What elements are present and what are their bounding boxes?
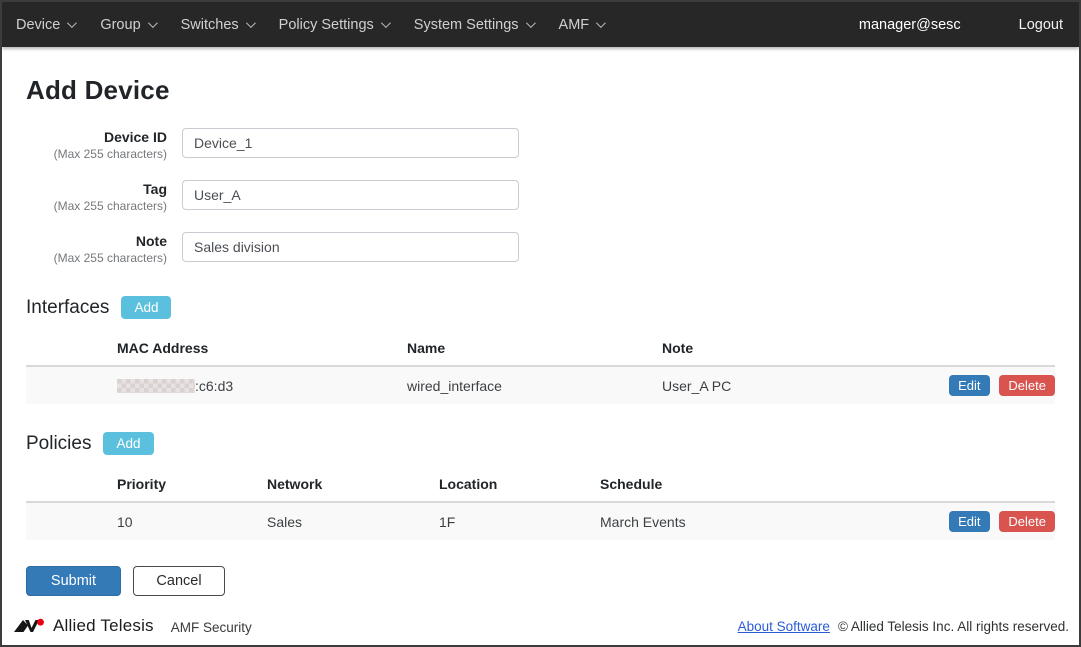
brand-name: Allied Telesis [53,616,154,636]
interfaces-title: Interfaces [26,297,109,319]
spacer-column [26,333,117,366]
device-id-label-group: Device ID (Max 255 characters) [26,128,182,162]
chevron-down-icon [67,18,77,28]
logged-in-user: manager@sesc [859,17,961,33]
interface-actions-cell: Edit Delete [905,366,1055,404]
col-schedule: Schedule [600,469,905,502]
note-label-group: Note (Max 255 characters) [26,232,182,266]
mac-redacted-block [117,379,195,393]
note-label: Note [26,233,167,251]
allied-telesis-logo-icon [14,618,46,635]
policies-table: Priority Network Location Schedule 10 Sa… [26,469,1055,540]
tag-field[interactable] [182,180,519,210]
note-hint: (Max 255 characters) [26,251,167,267]
copyright-text: © Allied Telesis Inc. All rights reserve… [838,619,1069,634]
col-actions [905,333,1055,366]
nav-policy-settings-label: Policy Settings [279,17,374,33]
col-actions [905,469,1055,502]
nav-system-settings-label: System Settings [414,17,519,33]
nav-group[interactable]: Group [87,17,167,33]
nav-switches[interactable]: Switches [168,17,266,33]
interface-row: :c6:d3 wired_interface User_A PC Edit De… [26,366,1055,404]
col-network: Network [267,469,439,502]
col-location: Location [439,469,600,502]
nav-device[interactable]: Device [16,17,87,33]
interface-note-cell: User_A PC [662,366,905,404]
policy-delete-button[interactable]: Delete [999,511,1055,532]
device-id-field[interactable] [182,128,519,158]
spacer-cell [26,502,117,540]
interfaces-header-row: MAC Address Name Note [26,333,1055,366]
chevron-down-icon [596,18,606,28]
tag-hint: (Max 255 characters) [26,199,167,215]
interfaces-section-header: Interfaces Add [26,296,1055,319]
footer: Allied Telesis AMF Security About Softwa… [2,607,1079,645]
policies-title: Policies [26,433,91,455]
col-mac-address: MAC Address [117,333,407,366]
chevron-down-icon [148,18,158,28]
brand: Allied Telesis AMF Security [14,616,252,636]
logout-button[interactable]: Logout [1019,17,1063,33]
form-actions: Submit Cancel [26,566,1055,596]
spacer-column [26,469,117,502]
product-name: AMF Security [171,617,252,635]
interface-name-cell: wired_interface [407,366,662,404]
page-title: Add Device [26,75,1055,106]
top-navbar: Device Group Switches Policy Settings Sy… [2,2,1079,47]
submit-button[interactable]: Submit [26,566,121,596]
nav-policy-settings[interactable]: Policy Settings [266,17,401,33]
policies-header-row: Priority Network Location Schedule [26,469,1055,502]
policies-section-header: Policies Add [26,432,1055,455]
chevron-down-icon [526,18,536,28]
mac-suffix: :c6:d3 [195,378,233,394]
cancel-button[interactable]: Cancel [133,566,225,596]
footer-right: About Software © Allied Telesis Inc. All… [738,619,1069,634]
policy-network-cell: Sales [267,502,439,540]
note-field[interactable] [182,232,519,262]
nav-amf-label: AMF [559,17,590,33]
device-id-label: Device ID [26,129,167,147]
mac-address-cell: :c6:d3 [117,366,407,404]
policies-add-button[interactable]: Add [103,432,153,455]
policy-location-cell: 1F [439,502,600,540]
col-note: Note [662,333,905,366]
chevron-down-icon [381,18,391,28]
main-content: Add Device Device ID (Max 255 characters… [2,47,1079,596]
col-priority: Priority [117,469,267,502]
nav-amf[interactable]: AMF [546,17,617,33]
interface-delete-button[interactable]: Delete [999,375,1055,396]
col-name: Name [407,333,662,366]
nav-device-label: Device [16,17,60,33]
nav-system-settings[interactable]: System Settings [401,17,546,33]
interface-edit-button[interactable]: Edit [949,375,989,396]
form-row-tag: Tag (Max 255 characters) [26,180,1055,214]
policy-priority-cell: 10 [117,502,267,540]
form-row-note: Note (Max 255 characters) [26,232,1055,266]
about-software-link[interactable]: About Software [738,619,830,634]
policy-row: 10 Sales 1F March Events Edit Delete [26,502,1055,540]
nav-switches-label: Switches [181,17,239,33]
tag-label: Tag [26,181,167,199]
policy-schedule-cell: March Events [600,502,905,540]
spacer-cell [26,366,117,404]
form-row-device-id: Device ID (Max 255 characters) [26,128,1055,162]
chevron-down-icon [246,18,256,28]
interfaces-table: MAC Address Name Note :c6:d3 wired_inter… [26,333,1055,404]
interfaces-add-button[interactable]: Add [121,296,171,319]
navbar-right: manager@sesc Logout [859,17,1063,33]
tag-label-group: Tag (Max 255 characters) [26,180,182,214]
nav-group-label: Group [100,17,140,33]
app-window: Device Group Switches Policy Settings Sy… [0,0,1081,647]
device-id-hint: (Max 255 characters) [26,147,167,163]
policy-actions-cell: Edit Delete [905,502,1055,540]
policy-edit-button[interactable]: Edit [949,511,989,532]
